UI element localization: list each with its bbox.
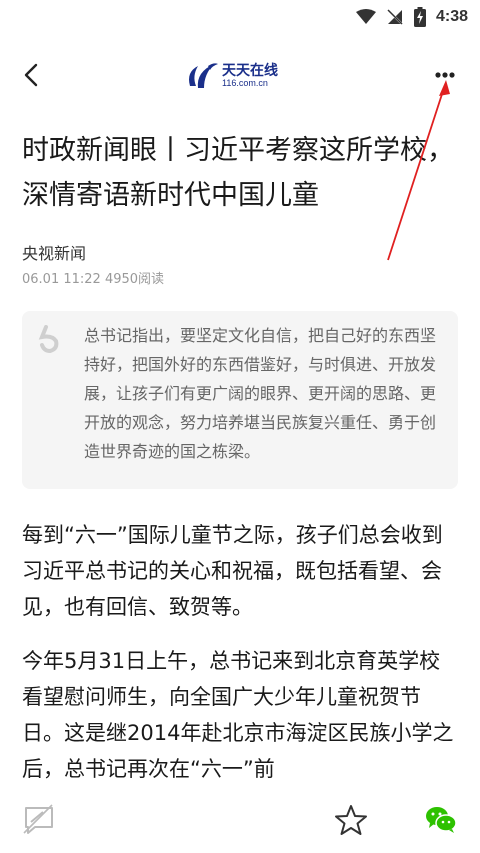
more-options-icon[interactable]	[432, 68, 458, 82]
nav-bar: 天天在线 116.com.cn	[0, 44, 480, 106]
comment-icon[interactable]	[22, 803, 56, 837]
article-summary: 总书记指出，要坚定文化自信，把自己好的东西坚持好，把国外好的东西借鉴好，与时俱进…	[22, 311, 458, 489]
status-bar: 4:38	[0, 0, 480, 34]
wifi-icon	[355, 9, 376, 24]
favorite-star-icon[interactable]	[334, 803, 368, 837]
logo-swoosh-icon	[189, 63, 218, 88]
summary-text: 总书记指出，要坚定文化自信，把自己好的东西坚持好，把国外好的东西借鉴好，与时俱进…	[84, 326, 437, 461]
bottom-action-bar	[0, 789, 480, 853]
article-paragraph: 每到“六一”国际儿童节之际，孩子们总会收到习近平总书记的关心和祝福，既包括看望、…	[22, 523, 443, 619]
app-logo: 天天在线 116.com.cn	[184, 58, 300, 94]
back-arrow-icon[interactable]	[20, 62, 44, 88]
wechat-share-icon[interactable]	[424, 803, 458, 837]
logo-text: 天天在线	[222, 63, 278, 79]
battery-charging-icon	[413, 7, 426, 27]
article-meta: 06.01 11:22 4950阅读	[22, 272, 165, 287]
quote-mark-icon	[38, 325, 59, 353]
article: 时政新闻眼丨习近平考察这所学校，深情寄语新时代中国儿童 央视新闻 06.01 1…	[22, 128, 458, 787]
no-signal-icon	[386, 8, 404, 26]
article-title: 时政新闻眼丨习近平考察这所学校，深情寄语新时代中国儿童	[22, 135, 454, 211]
logo-url: 116.com.cn	[222, 78, 268, 88]
status-time: 4:38	[435, 8, 468, 25]
article-paragraph: 今年5月31日上午，总书记来到北京育英学校看望慰问师生，向全国广大少年儿童祝贺节…	[22, 649, 454, 781]
article-source: 央视新闻	[22, 244, 87, 263]
